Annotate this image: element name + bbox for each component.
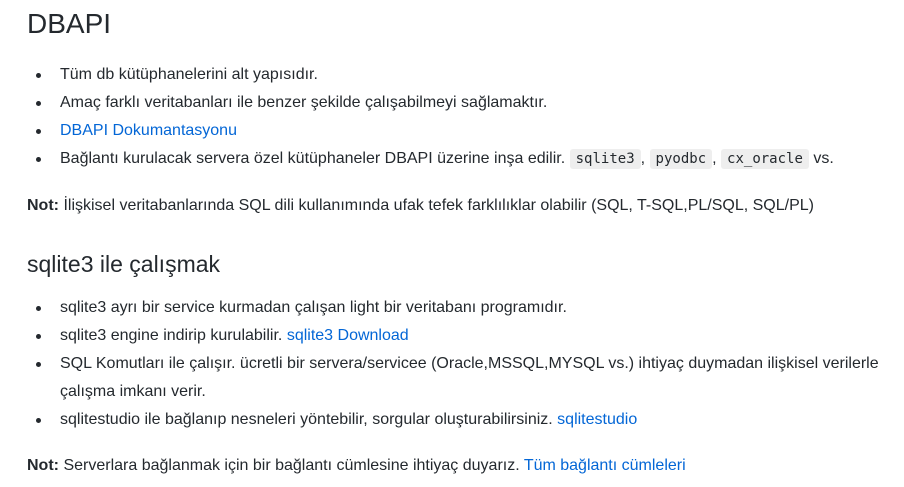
list-item-text: Tüm db kütüphanelerini alt yapısıdır.	[60, 66, 318, 83]
bullet-icon	[36, 418, 41, 423]
list-item: sqlite3 engine indirip kurulabilir. sqli…	[27, 322, 900, 350]
list-item-text: sqlite3 engine indirip kurulabilir.	[60, 327, 283, 344]
list-item: sqlitestudio ile bağlanıp nesneleri yönt…	[27, 406, 900, 434]
list-item: Bağlantı kurulacak servera özel kütüphan…	[27, 145, 834, 173]
bullet-icon	[36, 306, 41, 311]
list-item-text: Bağlantı kurulacak servera özel kütüphan…	[60, 150, 566, 167]
note-label: Not:	[27, 197, 59, 214]
code-pyodbc: pyodbc	[649, 149, 713, 169]
list-item-text: sqlite3 ayrı bir service kurmadan çalışa…	[60, 299, 567, 316]
section-title: sqlite3 ile çalışmak	[27, 251, 221, 277]
bullet-icon	[36, 157, 41, 162]
code-cx-oracle: cx_oracle	[721, 149, 809, 169]
list-item-text: Amaç farklı veritabanları ile benzer şek…	[60, 94, 548, 111]
sqlite3-list: sqlite3 ayrı bir service kurmadan çalışa…	[27, 294, 900, 434]
list-item-text: SQL Komutları ile çalışır. ücretli bir s…	[60, 355, 879, 400]
list-item-suffix: vs.	[813, 150, 834, 167]
dbapi-list: Tüm db kütüphanelerini alt yapısıdır. Am…	[27, 61, 834, 173]
bullet-icon	[36, 129, 41, 134]
note-paragraph: Not: Serverlara bağlanmak için bir bağla…	[27, 452, 686, 480]
bullet-icon	[36, 73, 41, 78]
bullet-icon	[36, 362, 41, 367]
separator: ,	[712, 150, 717, 167]
sqlite3-download-link[interactable]: sqlite3 Download	[287, 327, 409, 344]
list-item: DBAPI Dokumantasyonu	[27, 117, 834, 145]
bullet-icon	[36, 334, 41, 339]
note-text: İlişkisel veritabanlarında SQL dili kull…	[63, 197, 814, 214]
separator: ,	[640, 150, 646, 167]
list-item: sqlite3 ayrı bir service kurmadan çalışa…	[27, 294, 900, 322]
page-title: DBAPI	[27, 8, 112, 39]
code-sqlite3: sqlite3	[569, 149, 641, 169]
note-label: Not:	[27, 457, 59, 474]
connection-strings-link[interactable]: Tüm bağlantı cümleleri	[524, 457, 686, 474]
note-paragraph: Not: İlişkisel veritabanlarında SQL dili…	[27, 192, 814, 220]
list-item: SQL Komutları ile çalışır. ücretli bir s…	[27, 350, 900, 406]
list-item: Amaç farklı veritabanları ile benzer şek…	[27, 89, 834, 117]
list-item: Tüm db kütüphanelerini alt yapısıdır.	[27, 61, 834, 89]
note-text: Serverlara bağlanmak için bir bağlantı c…	[63, 457, 520, 474]
sqlitestudio-link[interactable]: sqlitestudio	[557, 411, 637, 428]
list-item-text: sqlitestudio ile bağlanıp nesneleri yönt…	[60, 411, 553, 428]
dbapi-docs-link[interactable]: DBAPI Dokumantasyonu	[60, 122, 237, 139]
bullet-icon	[36, 101, 41, 106]
